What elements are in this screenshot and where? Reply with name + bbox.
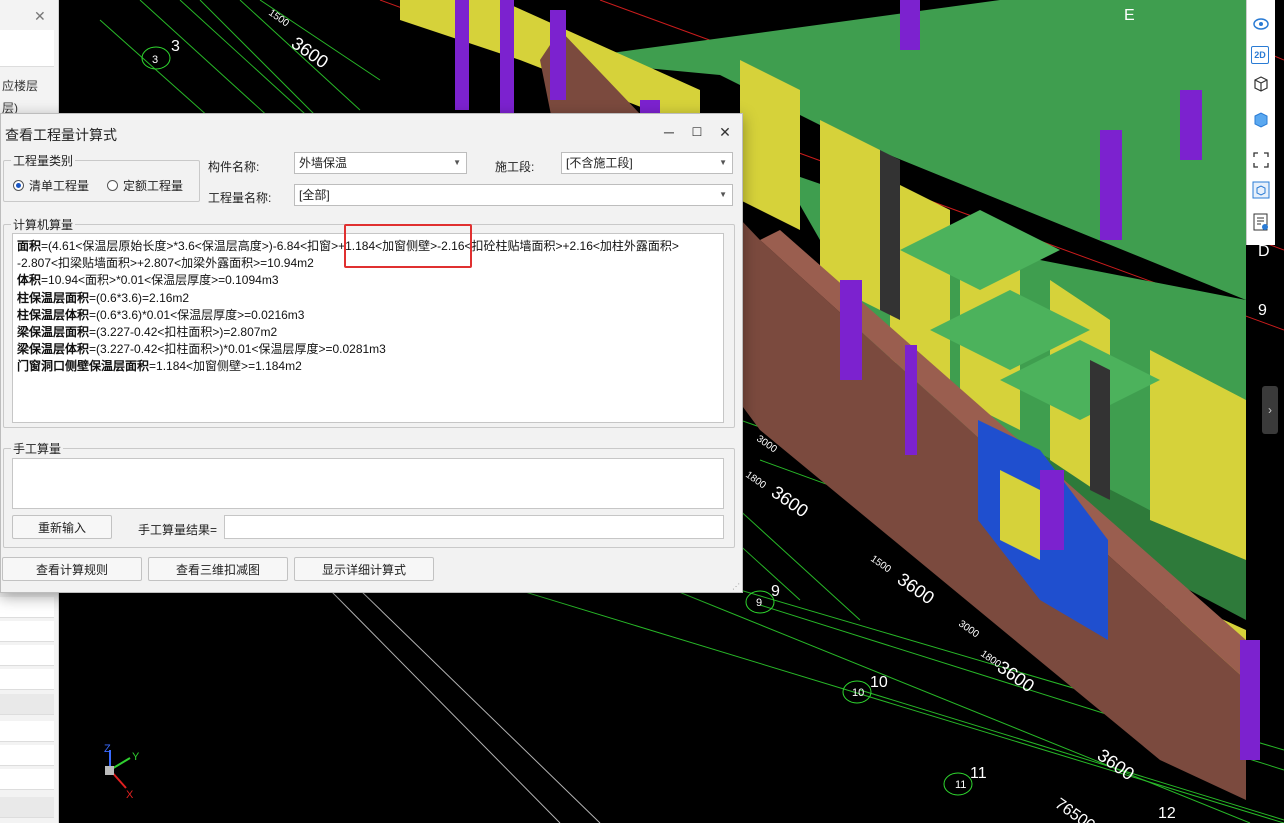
list-item[interactable] [0, 797, 54, 818]
floor-label: 应楼层 [2, 79, 39, 93]
cube-solid-icon[interactable] [1251, 110, 1271, 130]
list-item[interactable] [0, 769, 54, 790]
axis-label: 9 [1258, 302, 1267, 319]
calc-line: 梁保温层体积=(3.227-0.42<扣柱面积>)*0.01<保温层厚度>=0.… [17, 342, 386, 357]
quantity-type-legend: 工程量类别 [13, 154, 74, 168]
axis-label: 9 [756, 597, 762, 609]
axis-label: 9 [771, 583, 780, 600]
orbit-icon[interactable] [1251, 14, 1271, 34]
chevron-down-icon: ▼ [453, 158, 461, 167]
select-value: [全部] [299, 188, 330, 202]
chevron-down-icon: ▼ [719, 190, 727, 199]
quantity-name-select[interactable]: [全部] ▼ [294, 184, 733, 206]
minimize-button[interactable]: ─ [659, 122, 679, 142]
component-name-select[interactable]: 外墙保温 ▼ [294, 152, 467, 174]
manual-result-label: 手工算量结果= [138, 523, 218, 537]
dialog-title: 查看工程量计算式 [5, 127, 117, 143]
quantity-name-label: 工程量名称: [208, 191, 272, 205]
close-button[interactable]: ✕ [715, 122, 735, 142]
triad-x: X [126, 789, 134, 801]
dock-header [0, 30, 54, 67]
2d-icon[interactable]: 2D [1251, 46, 1269, 64]
list-item[interactable] [0, 621, 54, 642]
list-item[interactable] [0, 745, 54, 766]
close-icon[interactable]: ✕ [34, 8, 46, 25]
axis-label: 3 [171, 38, 180, 55]
resize-grip-icon[interactable]: ⋰ [732, 582, 740, 591]
computer-calc-legend: 计算机算量 [13, 218, 74, 232]
manual-calc-legend: 手工算量 [13, 442, 62, 456]
component-name-label: 构件名称: [208, 160, 260, 174]
axis-label: 3 [152, 54, 158, 66]
reinput-button[interactable]: 重新输入 [12, 515, 112, 539]
show-detail-formula-button[interactable]: 显示详细计算式 [294, 557, 434, 581]
construction-stage-select[interactable]: [不含施工段] ▼ [561, 152, 733, 174]
triad-z: Z [104, 743, 111, 755]
highlight-box [344, 224, 472, 268]
quota-quantity-radio[interactable]: 定额工程量 [107, 177, 183, 194]
bill-quantity-radio[interactable]: 清单工程量 [13, 177, 89, 194]
axis-label: 11 [955, 779, 966, 791]
triad-y: Y [132, 751, 140, 763]
calc-line: 梁保温层面积=(3.227-0.42<扣柱面积>)=2.807m2 [17, 325, 278, 340]
side-collapse-button[interactable]: › [1262, 386, 1278, 434]
view-rules-button[interactable]: 查看计算规则 [2, 557, 142, 581]
view-toolbar: 2D [1246, 0, 1275, 245]
list-item[interactable] [0, 721, 54, 742]
construction-stage-label: 施工段: [495, 160, 535, 174]
calc-line: 柱保温层体积=(0.6*3.6)*0.01<保温层厚度>=0.0216m3 [17, 307, 305, 322]
radio-dot [13, 180, 24, 191]
quantity-formula-dialog: 查看工程量计算式 ─ ☐ ✕ 工程量类别 清单工程量 定额工程量 构件名称: 外… [0, 113, 743, 593]
list-item[interactable] [0, 694, 54, 715]
list-item[interactable] [0, 597, 54, 618]
3d-box-icon[interactable] [1251, 180, 1271, 200]
radio-dot [107, 180, 118, 191]
axis-label: 10 [870, 674, 888, 691]
calc-line: 体积=10.94<面积>*0.01<保温层厚度>=0.1094m3 [17, 273, 279, 288]
axis-label: D [1258, 243, 1270, 260]
properties-icon[interactable] [1251, 212, 1271, 232]
axis-label: 11 [970, 765, 987, 782]
list-item[interactable] [0, 669, 54, 690]
fit-view-icon[interactable] [1251, 150, 1271, 170]
select-value: [不含施工段] [566, 156, 633, 170]
axis-label: E [1124, 7, 1135, 24]
manual-calc-textarea[interactable] [12, 458, 724, 509]
view-3d-deduction-button[interactable]: 查看三维扣减图 [148, 557, 288, 581]
calc-line: 柱保温层面积=(0.6*3.6)=2.16m2 [17, 290, 190, 305]
manual-result-input[interactable] [224, 515, 724, 539]
calc-line: 门窗洞口侧壁保温层面积=1.184<加窗侧壁>=1.184m2 [17, 359, 302, 374]
axis-label: 10 [852, 687, 864, 699]
chevron-down-icon: ▼ [719, 158, 727, 167]
axis-label: 12 [1158, 805, 1176, 822]
list-item[interactable] [0, 645, 54, 666]
select-value: 外墙保温 [299, 156, 348, 170]
maximize-button[interactable]: ☐ [687, 122, 707, 142]
radio-label: 定额工程量 [123, 179, 184, 193]
radio-label: 清单工程量 [29, 179, 90, 193]
cube-icon[interactable] [1251, 74, 1271, 94]
